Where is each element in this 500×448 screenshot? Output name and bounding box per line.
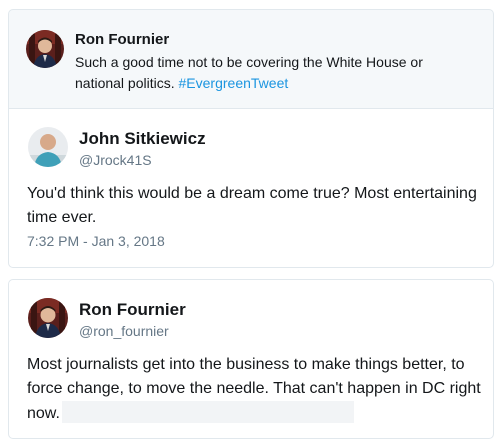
quoted-tweet-text: Such a good time not to be covering the …: [75, 52, 485, 94]
ron-fournier-avatar-large[interactable]: [28, 298, 68, 338]
reply-author-name[interactable]: John Sitkiewicz: [79, 129, 206, 149]
bottom-author-handle[interactable]: @ron_fournier: [79, 323, 169, 339]
reply-author-handle[interactable]: @Jrock41S: [79, 152, 152, 168]
hashtag-link[interactable]: #EvergreenTweet: [179, 75, 289, 91]
bottom-author-name[interactable]: Ron Fournier: [79, 300, 186, 320]
quoted-tweet-text-line1: Such a good time not to be covering the …: [75, 54, 423, 70]
quoted-tweet-text-line2: national politics.: [75, 75, 179, 91]
bottom-tweet[interactable]: Ron Fournier @ron_fournier Most journali…: [8, 279, 494, 439]
quoted-author-name[interactable]: Ron Fournier: [75, 31, 169, 48]
bottom-tweet-text: Most journalists get into the business t…: [27, 353, 482, 426]
john-sitkiewicz-avatar[interactable]: [28, 127, 68, 167]
reply-tweet[interactable]: John Sitkiewicz @Jrock41S You'd think th…: [8, 108, 494, 268]
ron-fournier-avatar[interactable]: [26, 30, 64, 68]
reply-tweet-text: You'd think this would be a dream come t…: [27, 185, 477, 226]
quoted-tweet[interactable]: Ron Fournier Such a good time not to be …: [8, 9, 494, 108]
reply-timestamp[interactable]: 7:32 PM - Jan 3, 2018: [27, 233, 165, 249]
redacted-region: [61, 401, 354, 423]
